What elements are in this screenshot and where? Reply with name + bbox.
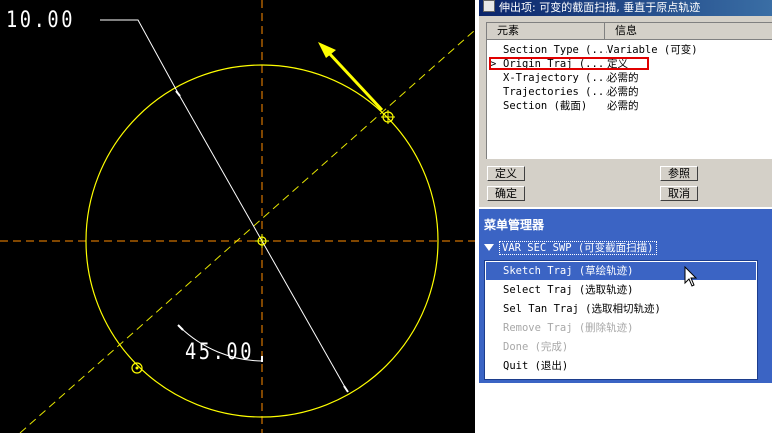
start-point-marker: [381, 110, 395, 124]
radius-leader-line: [100, 19, 179, 94]
element-name: Section Type (...: [503, 44, 607, 56]
references-button[interactable]: 参照: [660, 166, 698, 181]
radius-arrow-top: [175, 90, 181, 97]
menu-item-remove-traj: Remove Traj (删除轨迹): [503, 322, 634, 334]
menu-item-sel-tan-traj[interactable]: Sel Tan Traj (选取相切轨迹): [503, 300, 661, 318]
sketch-viewport[interactable]: 10.00 45.00: [0, 0, 475, 433]
element-info: 必需的: [607, 86, 639, 98]
submenu-header[interactable]: VAR SEC SWP (可变截面扫描): [484, 240, 657, 256]
radius-dimension-text[interactable]: 10.00: [6, 8, 75, 33]
table-row[interactable]: Trajectories (... 必需的: [487, 85, 772, 99]
element-table[interactable]: 元素 信息 Section Type (... Variable (可变) > …: [486, 22, 772, 159]
dialog-title: 伸出项: 可变的截面扫描, 垂直于原点轨迹: [499, 1, 701, 14]
define-button[interactable]: 定义: [487, 166, 525, 181]
feature-dialog: 伸出项: 可变的截面扫描, 垂直于原点轨迹 元素 信息 Section Type…: [479, 0, 772, 207]
element-name: Section (截面): [503, 100, 588, 112]
dialog-window-icon: [483, 0, 495, 12]
menu-item-list: Sketch Traj (草绘轨迹) Select Traj (选取轨迹) Se…: [484, 260, 758, 380]
center-point-marker: [255, 234, 269, 248]
mouse-cursor-icon: [684, 266, 698, 287]
element-info: Variable (可变): [607, 44, 698, 56]
highlight-annotation-box: [489, 57, 649, 70]
angle-dimension-text[interactable]: 45.00: [185, 340, 254, 365]
sketch-canvas[interactable]: [0, 0, 475, 433]
ok-button[interactable]: 确定: [487, 186, 525, 201]
column-header-element[interactable]: 元素: [487, 23, 605, 39]
element-info: 必需的: [607, 72, 639, 84]
table-header: 元素 信息: [487, 23, 772, 40]
diagonal-centerline: [19, 29, 475, 433]
column-header-info[interactable]: 信息: [605, 23, 772, 39]
element-name: Trajectories (...: [503, 86, 607, 98]
element-info: 必需的: [607, 100, 639, 112]
table-row[interactable]: X-Trajectory (... 必需的: [487, 71, 772, 85]
element-name: X-Trajectory (...: [503, 72, 607, 84]
angle-arrow-start: [177, 324, 184, 331]
table-row[interactable]: Section Type (... Variable (可变): [487, 43, 772, 57]
menu-item-quit[interactable]: Quit (退出): [503, 357, 568, 375]
collapse-triangle-icon[interactable]: [484, 244, 494, 251]
menu-manager: 菜单管理器 VAR SEC SWP (可变截面扫描) Sketch Traj (…: [479, 209, 772, 383]
cancel-button[interactable]: 取消: [660, 186, 698, 201]
menu-item-select-traj[interactable]: Select Traj (选取轨迹): [503, 281, 634, 299]
menu-item-sketch-traj[interactable]: Sketch Traj (草绘轨迹): [503, 262, 634, 280]
menu-item-done: Done (完成): [503, 341, 569, 353]
radius-arrow-bottom: [343, 385, 349, 393]
submenu-label: VAR SEC SWP (可变截面扫描): [499, 241, 657, 255]
menu-manager-title: 菜单管理器: [484, 218, 545, 232]
dialog-title-bar[interactable]: 伸出项: 可变的截面扫描, 垂直于原点轨迹: [479, 0, 772, 16]
table-row[interactable]: Section (截面) 必需的: [487, 99, 772, 113]
